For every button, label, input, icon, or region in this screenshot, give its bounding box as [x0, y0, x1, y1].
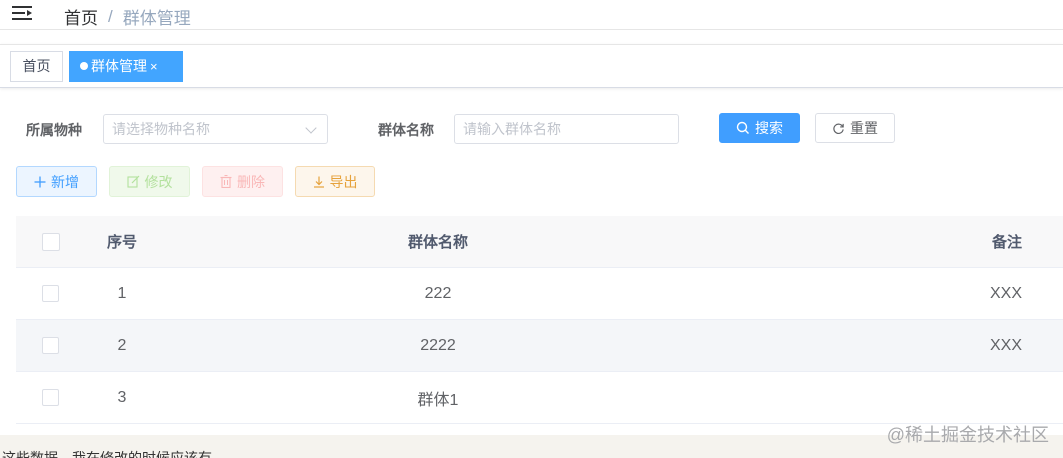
row-note: XXX	[989, 284, 1022, 302]
row-index: 1	[117, 284, 127, 302]
table-header: 序号 群体名称 备注	[16, 216, 1063, 268]
tag-group-management[interactable]: 群体管理 ×	[69, 51, 183, 82]
chevron-down-icon	[305, 122, 317, 134]
header-checkbox-cell	[42, 216, 60, 267]
column-header-note: 备注	[991, 234, 1022, 251]
navbar: 首页 / 群体管理	[0, 0, 1063, 30]
row-checkbox[interactable]	[42, 285, 59, 302]
column-header-name: 群体名称	[407, 234, 468, 251]
breadcrumb-current: 群体管理	[122, 9, 191, 28]
delete-button[interactable]: 删除	[202, 166, 283, 197]
table-row[interactable]: 1 222 XXX	[16, 268, 1063, 320]
group-name-input[interactable]: 请输入群体名称	[454, 114, 679, 144]
group-name-placeholder: 请输入群体名称	[463, 121, 561, 137]
reset-button[interactable]: 重置	[815, 113, 895, 143]
row-group-name: 2222	[420, 336, 456, 354]
breadcrumb-separator: /	[108, 6, 113, 26]
row-group-name: 222	[424, 284, 452, 302]
edit-button[interactable]: 修改	[109, 166, 190, 197]
export-button[interactable]: 导出	[295, 166, 375, 197]
row-checkbox-cell	[42, 268, 59, 319]
group-table: 序号 群体名称 备注 1 222 XXX 2 2222 XXX 3 群体1	[16, 216, 1063, 424]
close-icon[interactable]: ×	[150, 52, 158, 81]
row-note	[936, 372, 1063, 423]
article-partial-text: 这些数据，我在修改的时候应该有	[2, 450, 212, 458]
table-row[interactable]: 3 群体1	[16, 372, 1063, 424]
group-name-label: 群体名称	[378, 122, 434, 138]
breadcrumb-home[interactable]: 首页	[64, 4, 98, 29]
edit-icon	[126, 175, 139, 188]
watermark: @稀土掘金技术社区	[886, 425, 1049, 445]
breadcrumb: 首页 / 群体管理	[64, 4, 191, 29]
row-index: 2	[117, 336, 127, 354]
reset-button-label: 重置	[850, 120, 878, 136]
export-button-label: 导出	[329, 173, 358, 190]
add-button[interactable]: 新增	[16, 166, 97, 197]
search-icon	[736, 121, 749, 134]
column-header-index: 序号	[106, 234, 137, 251]
species-label: 所属物种	[26, 122, 82, 138]
row-index: 3	[117, 388, 127, 406]
row-checkbox-cell	[42, 372, 59, 423]
row-group-name: 群体1	[417, 391, 459, 409]
tag-group-management-label: 群体管理	[91, 58, 147, 74]
tag-home[interactable]: 首页	[10, 51, 63, 82]
species-select-placeholder: 请选择物种名称	[112, 121, 210, 137]
row-checkbox-cell	[42, 320, 59, 371]
download-icon	[313, 176, 324, 188]
species-select[interactable]: 请选择物种名称	[103, 114, 328, 144]
delete-button-label: 删除	[237, 173, 265, 190]
edit-button-label: 修改	[144, 173, 173, 190]
search-button-label: 搜索	[755, 120, 783, 136]
row-checkbox[interactable]	[42, 337, 59, 354]
refresh-icon	[833, 123, 844, 134]
hamburger-menu-icon[interactable]	[12, 4, 34, 22]
plus-icon	[34, 176, 46, 187]
add-button-label: 新增	[51, 173, 79, 190]
row-checkbox[interactable]	[42, 389, 59, 406]
tags-view: 首页 群体管理 ×	[0, 44, 1063, 88]
search-button[interactable]: 搜索	[719, 113, 800, 143]
row-note: XXX	[989, 336, 1022, 354]
tag-home-label: 首页	[22, 58, 51, 74]
trash-icon	[220, 175, 232, 188]
select-all-checkbox[interactable]	[42, 232, 60, 251]
active-dot-icon	[80, 62, 88, 70]
table-row[interactable]: 2 2222 XXX	[16, 320, 1063, 372]
